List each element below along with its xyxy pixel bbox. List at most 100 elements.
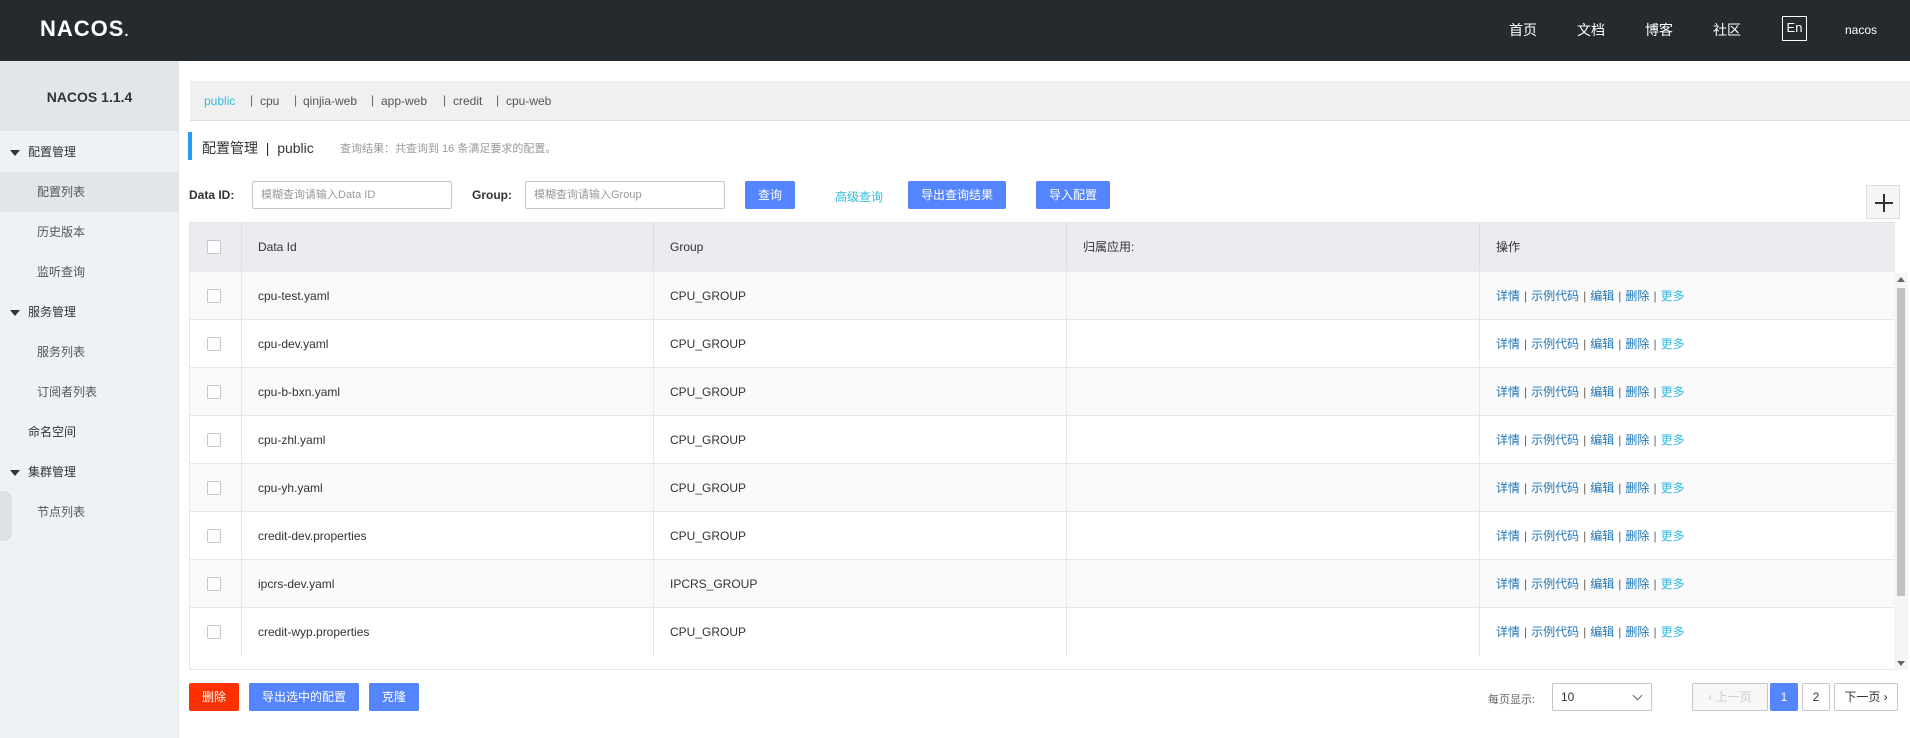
- sidebar-item-history[interactable]: 历史版本: [0, 212, 179, 252]
- sidebar: NACOS 1.1.4 配置管理 配置列表 历史版本 监听查询 服务管理 服务列…: [0, 61, 179, 738]
- edit-link[interactable]: 编辑: [1590, 577, 1614, 591]
- edit-link[interactable]: 编辑: [1590, 337, 1614, 351]
- sidebar-group-config[interactable]: 配置管理: [0, 132, 179, 172]
- scrollbar-thumb[interactable]: [1897, 288, 1905, 596]
- detail-link[interactable]: 详情: [1496, 433, 1520, 447]
- scroll-up-icon[interactable]: [1897, 277, 1905, 282]
- detail-link[interactable]: 详情: [1496, 625, 1520, 639]
- more-link[interactable]: 更多: [1661, 433, 1685, 447]
- more-link[interactable]: 更多: [1661, 289, 1685, 303]
- row-checkbox[interactable]: [207, 481, 221, 495]
- advanced-query-link[interactable]: 高级查询: [835, 188, 883, 205]
- group-search-input[interactable]: [525, 181, 725, 209]
- row-checkbox[interactable]: [207, 577, 221, 591]
- sample-code-link[interactable]: 示例代码: [1531, 529, 1579, 543]
- detail-link[interactable]: 详情: [1496, 385, 1520, 399]
- more-link[interactable]: 更多: [1661, 529, 1685, 543]
- sidebar-group-cluster[interactable]: 集群管理: [0, 452, 179, 492]
- column-header-app[interactable]: 归属应用:: [1067, 223, 1480, 271]
- detail-link[interactable]: 详情: [1496, 337, 1520, 351]
- sidebar-item-namespace[interactable]: 命名空间: [0, 412, 179, 452]
- more-link[interactable]: 更多: [1661, 481, 1685, 495]
- table-scrollbar[interactable]: [1894, 273, 1908, 670]
- edit-link[interactable]: 编辑: [1590, 529, 1614, 543]
- detail-link[interactable]: 详情: [1496, 289, 1520, 303]
- delete-button[interactable]: 删除: [189, 683, 239, 711]
- cell-group: CPU_GROUP: [654, 368, 1067, 416]
- row-checkbox[interactable]: [207, 289, 221, 303]
- sample-code-link[interactable]: 示例代码: [1531, 577, 1579, 591]
- sample-code-link[interactable]: 示例代码: [1531, 625, 1579, 639]
- user-name[interactable]: nacos: [1845, 23, 1877, 37]
- edit-link[interactable]: 编辑: [1590, 625, 1614, 639]
- next-page-button[interactable]: 下一页 ›: [1834, 683, 1898, 711]
- detail-link[interactable]: 详情: [1496, 529, 1520, 543]
- namespace-public[interactable]: public: [204, 94, 235, 108]
- export-selected-button[interactable]: 导出选中的配置: [249, 683, 359, 711]
- more-link[interactable]: 更多: [1661, 625, 1685, 639]
- namespace-app-web[interactable]: app-web: [381, 94, 427, 108]
- sample-code-link[interactable]: 示例代码: [1531, 433, 1579, 447]
- sample-code-link[interactable]: 示例代码: [1531, 385, 1579, 399]
- nav-blog[interactable]: 博客: [1645, 20, 1673, 40]
- sidebar-collapse-handle[interactable]: [0, 491, 12, 541]
- export-results-button[interactable]: 导出查询结果: [908, 181, 1006, 209]
- delete-link[interactable]: 删除: [1625, 625, 1649, 639]
- sidebar-item-listener[interactable]: 监听查询: [0, 252, 179, 292]
- edit-link[interactable]: 编辑: [1590, 481, 1614, 495]
- delete-link[interactable]: 删除: [1625, 577, 1649, 591]
- detail-link[interactable]: 详情: [1496, 577, 1520, 591]
- delete-link[interactable]: 删除: [1625, 433, 1649, 447]
- namespace-cpu[interactable]: cpu: [260, 94, 279, 108]
- row-actions: 详情 | 示例代码 | 编辑 | 删除 | 更多: [1496, 481, 1685, 495]
- delete-link[interactable]: 删除: [1625, 289, 1649, 303]
- column-header-group[interactable]: Group: [654, 223, 1067, 271]
- row-checkbox[interactable]: [207, 385, 221, 399]
- nacos-logo[interactable]: NACOS.: [40, 16, 129, 42]
- namespace-credit[interactable]: credit: [453, 94, 482, 108]
- sample-code-link[interactable]: 示例代码: [1531, 481, 1579, 495]
- sidebar-item-config-list[interactable]: 配置列表: [0, 172, 179, 212]
- add-config-button[interactable]: [1866, 185, 1900, 219]
- page-size-select[interactable]: 10: [1552, 683, 1652, 711]
- nav-docs[interactable]: 文档: [1577, 20, 1605, 40]
- more-link[interactable]: 更多: [1661, 577, 1685, 591]
- scroll-down-icon[interactable]: [1897, 661, 1905, 666]
- import-config-button[interactable]: 导入配置: [1036, 181, 1110, 209]
- edit-link[interactable]: 编辑: [1590, 433, 1614, 447]
- query-button[interactable]: 查询: [745, 181, 795, 209]
- detail-link[interactable]: 详情: [1496, 481, 1520, 495]
- nav-home[interactable]: 首页: [1509, 20, 1537, 40]
- namespace-cpu-web[interactable]: cpu-web: [506, 94, 551, 108]
- sidebar-item-subscribers[interactable]: 订阅者列表: [0, 372, 179, 412]
- sample-code-link[interactable]: 示例代码: [1531, 289, 1579, 303]
- sidebar-item-nodes[interactable]: 节点列表: [0, 492, 179, 532]
- delete-link[interactable]: 删除: [1625, 529, 1649, 543]
- sample-code-link[interactable]: 示例代码: [1531, 337, 1579, 351]
- delete-link[interactable]: 删除: [1625, 337, 1649, 351]
- row-checkbox[interactable]: [207, 337, 221, 351]
- edit-link[interactable]: 编辑: [1590, 385, 1614, 399]
- language-switch-button[interactable]: En: [1782, 16, 1807, 41]
- edit-link[interactable]: 编辑: [1590, 289, 1614, 303]
- column-header-dataid[interactable]: Data Id: [242, 223, 654, 271]
- cell-dataid: cpu-b-bxn.yaml: [242, 368, 654, 416]
- delete-link[interactable]: 删除: [1625, 385, 1649, 399]
- nav-community[interactable]: 社区: [1713, 20, 1741, 40]
- more-link[interactable]: 更多: [1661, 337, 1685, 351]
- namespace-qinjia-web[interactable]: qinjia-web: [303, 94, 357, 108]
- more-link[interactable]: 更多: [1661, 385, 1685, 399]
- row-checkbox[interactable]: [207, 529, 221, 543]
- table-header: Data Id Group 归属应用: 操作: [190, 223, 1894, 271]
- row-checkbox[interactable]: [207, 625, 221, 639]
- row-checkbox[interactable]: [207, 433, 221, 447]
- dataid-search-input[interactable]: [252, 181, 452, 209]
- prev-page-button[interactable]: ‹ 上一页: [1692, 683, 1768, 711]
- page-1-button[interactable]: 1: [1770, 683, 1798, 711]
- sidebar-item-service-list[interactable]: 服务列表: [0, 332, 179, 372]
- page-2-button[interactable]: 2: [1802, 683, 1830, 711]
- clone-button[interactable]: 克隆: [369, 683, 419, 711]
- sidebar-group-service[interactable]: 服务管理: [0, 292, 179, 332]
- delete-link[interactable]: 删除: [1625, 481, 1649, 495]
- select-all-checkbox[interactable]: [207, 240, 221, 254]
